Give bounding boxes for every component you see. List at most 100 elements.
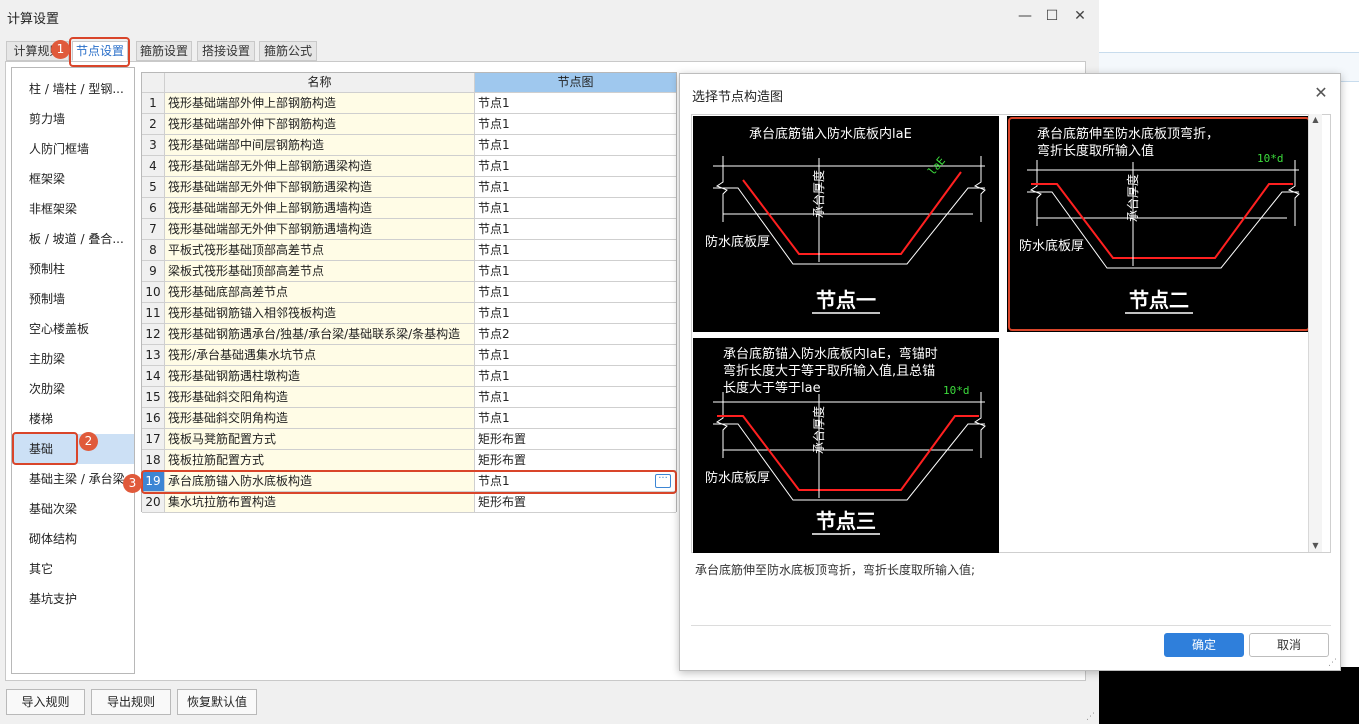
sidebar-item[interactable]: 板 / 坡道 / 叠合... [12, 224, 134, 254]
sidebar-item[interactable]: 主肋梁 [12, 344, 134, 374]
sidebar-item[interactable]: 框架梁 [12, 164, 134, 194]
node-option[interactable]: 承台底筋锚入防水底板内laE 承台厚度 防水底板厚 laE 节点一 [693, 116, 999, 332]
scroll-down-icon[interactable]: ▼ [1309, 540, 1322, 552]
table-row[interactable]: 7 筏形基础端部无外伸下部钢筋遇墙构造 节点1 [142, 219, 676, 240]
tab-stirrup-formula[interactable]: 箍筋公式 [259, 41, 317, 61]
row-node-value[interactable]: 矩形布置 [475, 450, 676, 471]
ok-button[interactable]: 确定 [1164, 633, 1244, 657]
sidebar-item[interactable]: 其它 [12, 554, 134, 584]
dialog-resize-grip-icon[interactable]: ⋰ [1328, 658, 1338, 668]
table-row[interactable]: 3 筏形基础端部中间层钢筋构造 节点1 [142, 135, 676, 156]
row-node-text: 节点1 [478, 411, 510, 425]
row-name: 集水坑拉筋布置构造 [165, 492, 475, 513]
row-name: 筏形基础斜交阴角构造 [165, 408, 475, 429]
sidebar-item[interactable]: 人防门框墙 [12, 134, 134, 164]
table-row[interactable]: 8 平板式筏形基础顶部高差节点 节点1 [142, 240, 676, 261]
row-node-text: 节点1 [478, 96, 510, 110]
import-rules-button[interactable]: 导入规则 [6, 689, 85, 715]
tab-stirrup-settings[interactable]: 箍筋设置 [136, 41, 192, 61]
node-option[interactable]: 承台底筋锚入防水底板内laE，弯锚时 弯折长度大于等于取所输入值,且总锚 长度大于等… [693, 338, 999, 553]
row-name: 筏板拉筋配置方式 [165, 450, 475, 471]
dimension-label: 10*d [943, 384, 970, 397]
row-node-text: 节点1 [478, 222, 510, 236]
scroll-up-icon[interactable]: ▲ [1309, 114, 1322, 126]
table-row[interactable]: 14 筏形基础钢筋遇柱墩构造 节点1 [142, 366, 676, 387]
row-node-value[interactable]: 节点1 [475, 282, 676, 303]
row-name: 筏板马凳筋配置方式 [165, 429, 475, 450]
restore-defaults-button[interactable]: 恢复默认值 [177, 689, 257, 715]
row-node-text: 节点1 [478, 159, 510, 173]
sidebar-item[interactable]: 预制柱 [12, 254, 134, 284]
row-node-value[interactable]: 节点1 [475, 303, 676, 324]
row-node-text: 节点1 [478, 390, 510, 404]
maximize-icon[interactable]: ☐ [1041, 6, 1063, 26]
column-header-name[interactable]: 名称 [165, 73, 475, 93]
table-row[interactable]: 2 筏形基础端部外伸下部钢筋构造 节点1 [142, 114, 676, 135]
table-row[interactable]: 16 筏形基础斜交阴角构造 节点1 [142, 408, 676, 429]
row-name: 筏形基础端部外伸上部钢筋构造 [165, 93, 475, 114]
node-note-text: 承台底筋锚入防水底板内laE [749, 126, 912, 142]
row-node-value[interactable]: 节点1 [475, 345, 676, 366]
table-row[interactable]: 20 集水坑拉筋布置构造 矩形布置 [142, 492, 676, 513]
row-node-value[interactable]: 节点2 [475, 324, 676, 345]
node-caption: 节点一 [816, 288, 876, 312]
sidebar-item[interactable]: 楼梯 [12, 404, 134, 434]
sidebar-item[interactable]: 空心楼盖板 [12, 314, 134, 344]
sidebar-item[interactable]: 基础次梁 [12, 494, 134, 524]
resize-grip-icon[interactable]: ⋰ [1086, 712, 1096, 722]
node-diagram: 承台底筋锚入防水底板内laE 承台厚度防水底板厚 laE 节点一 [705, 126, 986, 314]
image-area-scrollbar[interactable]: ▲ ▼ [1308, 114, 1322, 552]
table-row[interactable]: 9 梁板式筏形基础顶部高差节点 节点1 [142, 261, 676, 282]
row-node-value[interactable]: 矩形布置 [475, 492, 676, 513]
row-node-value[interactable]: 节点1 [475, 219, 676, 240]
row-node-value[interactable]: 节点1 [475, 114, 676, 135]
row-node-value[interactable]: 节点1 [475, 93, 676, 114]
sidebar-item[interactable]: 基础主梁 / 承台梁 [12, 464, 134, 494]
sidebar-item[interactable]: 基坑支护 [12, 584, 134, 614]
row-node-value[interactable]: 节点1 [475, 156, 676, 177]
sidebar-item[interactable]: 预制墙 [12, 284, 134, 314]
sidebar-item[interactable]: 剪力墙 [12, 104, 134, 134]
dialog-close-icon[interactable]: ✕ [1312, 84, 1330, 102]
row-node-value[interactable]: 节点1 [475, 177, 676, 198]
row-node-value[interactable]: 节点1 [475, 240, 676, 261]
table-row[interactable]: 6 筏形基础端部无外伸上部钢筋遇墙构造 节点1 [142, 198, 676, 219]
close-icon[interactable]: ✕ [1069, 6, 1091, 26]
table-row[interactable]: 11 筏形基础钢筋锚入相邻筏板构造 节点1 [142, 303, 676, 324]
table-row[interactable]: 12 筏形基础钢筋遇承台/独基/承台梁/基础联系梁/条基构造 节点2 [142, 324, 676, 345]
node-image-area: 承台底筋锚入防水底板内laE 承台厚度 防水底板厚 laE 节点一 承台底筋伸至防水底板顶… [691, 114, 1331, 553]
sidebar-item[interactable]: 砌体结构 [12, 524, 134, 554]
table-row[interactable]: 15 筏形基础斜交阳角构造 节点1 [142, 387, 676, 408]
minimize-icon[interactable]: — [1014, 6, 1036, 26]
row-name: 筏形基础端部无外伸下部钢筋遇梁构造 [165, 177, 475, 198]
row-node-text: 节点1 [478, 348, 510, 362]
row-node-value[interactable]: 节点1 [475, 408, 676, 429]
row-node-value[interactable]: 节点1 [475, 198, 676, 219]
row-node-value[interactable]: 节点1 [475, 261, 676, 282]
table-row[interactable]: 5 筏形基础端部无外伸下部钢筋遇梁构造 节点1 [142, 177, 676, 198]
row-name: 筏形基础钢筋锚入相邻筏板构造 [165, 303, 475, 324]
row-name: 筏形基础钢筋遇柱墩构造 [165, 366, 475, 387]
export-rules-button[interactable]: 导出规则 [91, 689, 171, 715]
row-node-value[interactable]: 节点1 [475, 135, 676, 156]
row-node-value[interactable]: 矩形布置 [475, 429, 676, 450]
sidebar-item[interactable]: 非框架梁 [12, 194, 134, 224]
cancel-button[interactable]: 取消 [1249, 633, 1329, 657]
dimension-label: laE [925, 154, 948, 178]
highlight-node-settings-tab [69, 37, 130, 67]
sidebar-item[interactable]: 次肋梁 [12, 374, 134, 404]
row-name: 筏形/承台基础遇集水坑节点 [165, 345, 475, 366]
table-row[interactable]: 4 筏形基础端部无外伸上部钢筋遇梁构造 节点1 [142, 156, 676, 177]
row-node-value[interactable]: 节点1 [475, 387, 676, 408]
tab-lap-settings[interactable]: 搭接设置 [197, 41, 255, 61]
row-node-text: 节点1 [478, 264, 510, 278]
table-row[interactable]: 18 筏板拉筋配置方式 矩形布置 [142, 450, 676, 471]
table-row[interactable]: 13 筏形/承台基础遇集水坑节点 节点1 [142, 345, 676, 366]
table-row[interactable]: 10 筏形基础底部高差节点 节点1 [142, 282, 676, 303]
sidebar-item[interactable]: 柱 / 墙柱 / 型钢... [12, 74, 134, 104]
row-number: 13 [142, 345, 165, 366]
column-header-node[interactable]: 节点图 [475, 73, 676, 93]
row-node-value[interactable]: 节点1 [475, 366, 676, 387]
table-row[interactable]: 17 筏板马凳筋配置方式 矩形布置 [142, 429, 676, 450]
table-row[interactable]: 1 筏形基础端部外伸上部钢筋构造 节点1 [142, 93, 676, 114]
